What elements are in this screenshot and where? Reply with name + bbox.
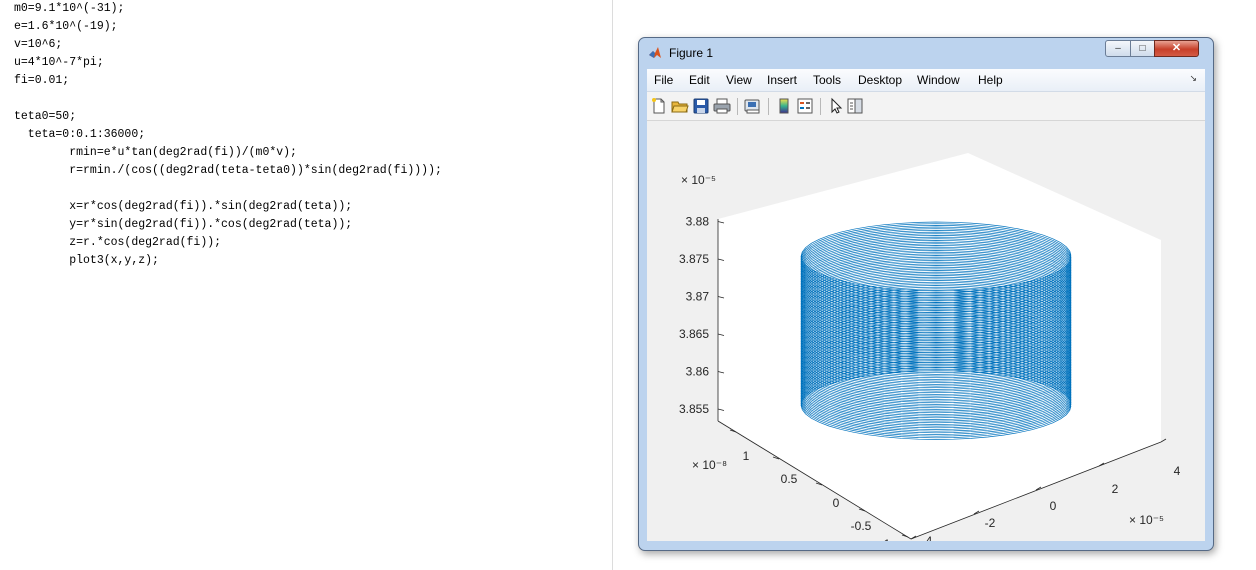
colorbar-icon[interactable] [775, 97, 793, 115]
code-line: y=r*sin(deg2rad(fi)).*cos(deg2rad(teta))… [14, 218, 353, 231]
print-preview-icon[interactable] [744, 97, 762, 115]
menu-bar: File Edit View Insert Tools Desktop Wind… [647, 69, 1205, 92]
pointer-icon[interactable] [827, 97, 845, 115]
property-editor-icon[interactable] [846, 97, 864, 115]
figure-toolbar [647, 92, 1205, 121]
plot-area[interactable]: 3.855 3.86 3.865 3.87 3.875 3.88 × 10⁻⁵ -1 -0.5 0… [647, 121, 1205, 541]
code-line: rmin=e*u*tan(deg2rad(fi))/(m0*v); [14, 146, 297, 159]
minimize-button[interactable]: – [1105, 40, 1131, 57]
z-tick-label: 3.855 [679, 402, 709, 416]
menu-help[interactable]: Help [978, 73, 1003, 87]
y-tick-label: -0.5 [851, 519, 872, 533]
open-icon[interactable] [671, 97, 689, 115]
y-tick-label: -1 [880, 537, 891, 541]
menu-desktop[interactable]: Desktop [858, 73, 902, 87]
z-tick-label: 3.875 [679, 252, 709, 266]
code-line: z=r.*cos(deg2rad(fi)); [14, 236, 222, 249]
code-line: x=r*cos(deg2rad(fi)).*sin(deg2rad(teta))… [14, 200, 353, 213]
z-tick-label: 3.87 [686, 290, 710, 304]
x-tick-label: -2 [985, 516, 996, 530]
menu-view[interactable]: View [726, 73, 752, 87]
menu-tools[interactable]: Tools [813, 73, 841, 87]
y-exponent-label: × 10⁻⁸ [692, 458, 727, 472]
dock-arrow-icon[interactable]: ↘ [1189, 73, 1197, 84]
code-line: teta=0:0.1:36000; [14, 128, 146, 141]
toolbar-separator [820, 98, 821, 115]
code-line: m0=9.1*10^(-31); [14, 2, 125, 15]
new-figure-icon[interactable] [650, 97, 668, 115]
y-tick-label: 0.5 [781, 472, 798, 486]
z-exponent-label: × 10⁻⁵ [681, 173, 716, 187]
menu-window[interactable]: Window [917, 73, 960, 87]
z-tick-label: 3.88 [686, 215, 710, 229]
maximize-button[interactable]: □ [1130, 40, 1155, 57]
z-tick-label: 3.86 [686, 365, 710, 379]
code-line: v=10^6; [14, 38, 63, 51]
title-bar[interactable]: Figure 1 – □ ✕ [639, 38, 1213, 68]
x-tick-label: 0 [1050, 499, 1057, 513]
z-tick-label: 3.865 [679, 327, 709, 341]
toolbar-separator [737, 98, 738, 115]
save-icon[interactable] [692, 97, 710, 115]
menu-edit[interactable]: Edit [689, 73, 710, 87]
legend-icon[interactable] [796, 97, 814, 115]
print-icon[interactable] [713, 97, 731, 115]
matlab-icon [649, 47, 661, 58]
code-line: e=1.6*10^(-19); [14, 20, 118, 33]
window-title: Figure 1 [669, 46, 714, 60]
code-line: plot3(x,y,z); [14, 254, 159, 267]
code-line: teta0=50; [14, 110, 77, 123]
menu-file[interactable]: File [654, 73, 673, 87]
code-line: u=4*10^-7*pi; [14, 56, 104, 69]
x-exponent-label: × 10⁻⁵ [1129, 513, 1164, 527]
y-tick-label: 0 [833, 496, 840, 510]
plot3-chart[interactable]: 3.855 3.86 3.865 3.87 3.875 3.88 × 10⁻⁵ -1 -0.5 0… [647, 121, 1205, 541]
toolbar-separator [768, 98, 769, 115]
y-tick-label: 1 [743, 449, 750, 463]
x-tick [1160, 438, 1167, 443]
code-line: r=rmin./(cos((deg2rad(teta-teta0))*sin(d… [14, 164, 442, 177]
x-tick-label: 4 [1174, 464, 1181, 478]
code-line: fi=0.01; [14, 74, 70, 87]
x-tick-label: 2 [1112, 482, 1119, 496]
figure-window: Figure 1 – □ ✕ File Edit View Insert Too… [638, 37, 1214, 551]
code-editor[interactable]: m0=9.1*10^(-31); e=1.6*10^(-19); v=10^6; u=… [0, 0, 613, 570]
menu-insert[interactable]: Insert [767, 73, 797, 87]
x-tick-label: -4 [922, 534, 933, 541]
close-button[interactable]: ✕ [1154, 40, 1199, 57]
